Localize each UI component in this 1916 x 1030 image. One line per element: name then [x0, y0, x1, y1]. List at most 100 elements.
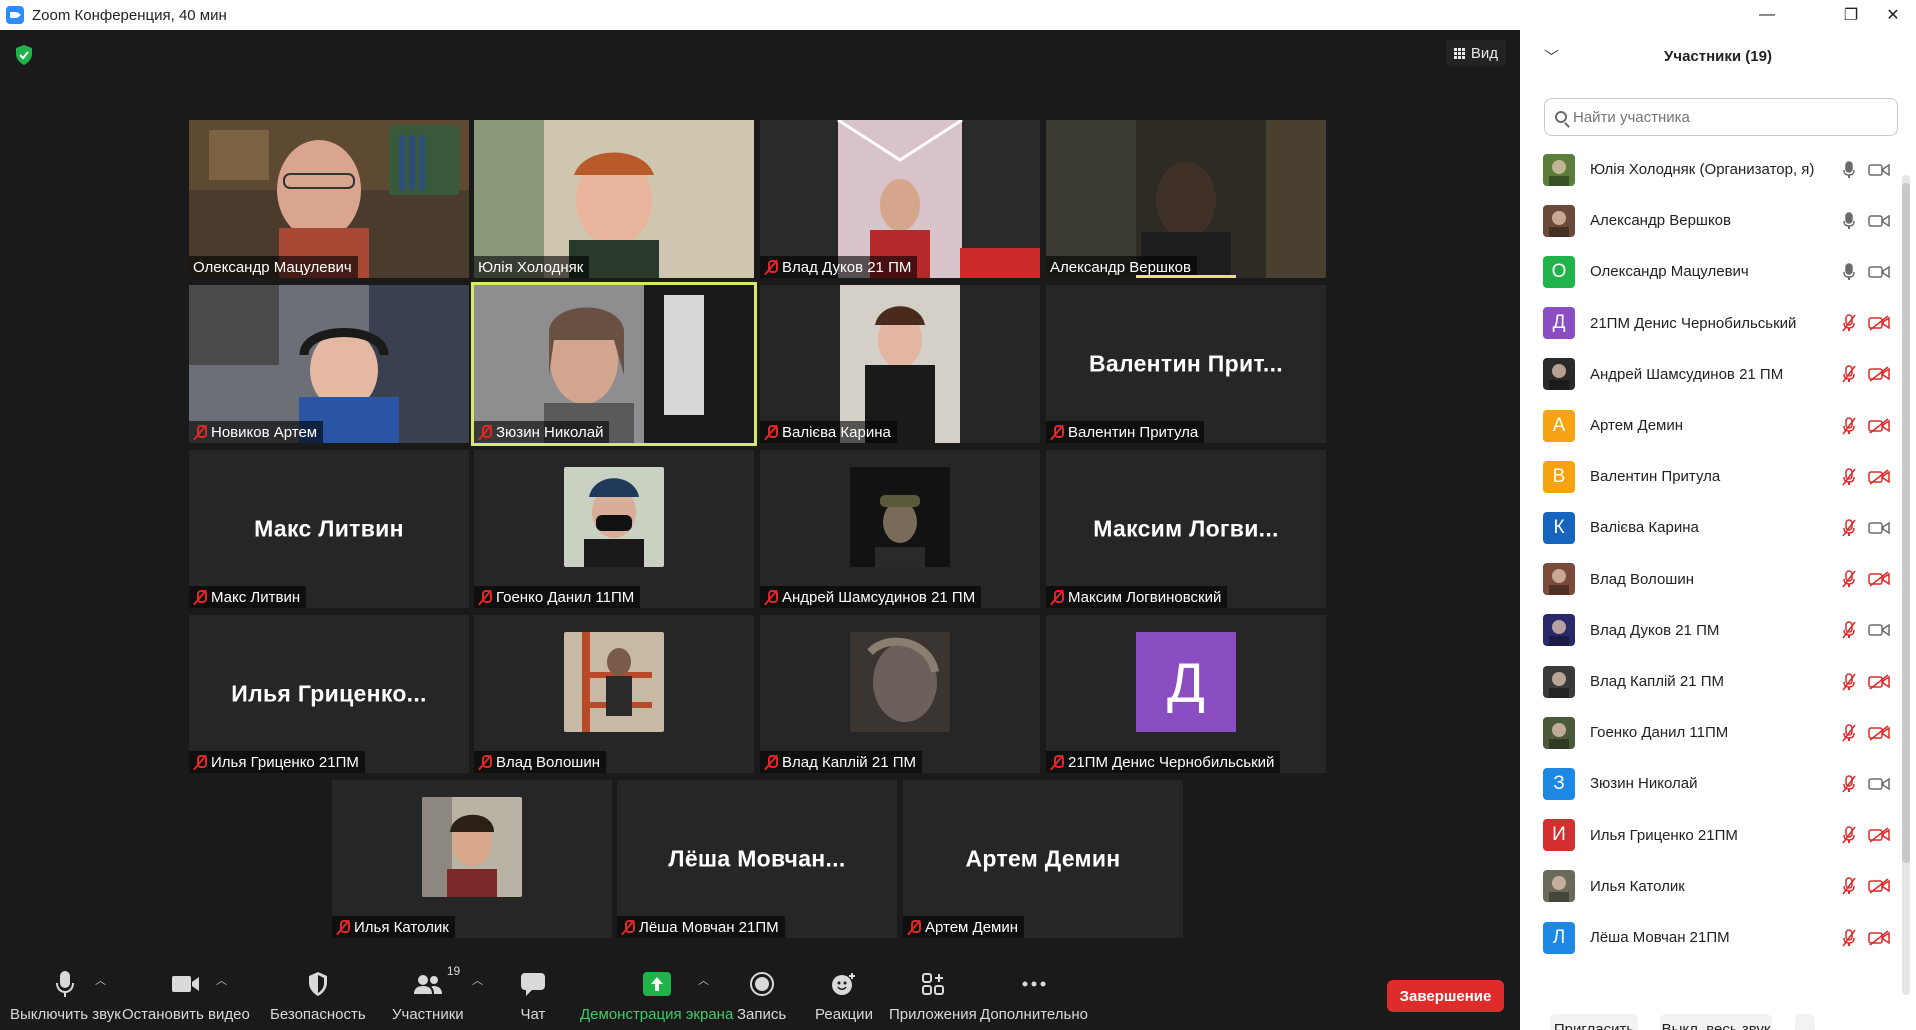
- mic-muted-icon[interactable]: [1842, 416, 1856, 435]
- video-off-icon[interactable]: [1868, 315, 1890, 331]
- video-camera-icon[interactable]: [1868, 264, 1890, 280]
- participant-row[interactable]: Андрей Шамсудинов 21 ПМ: [1520, 349, 1900, 400]
- video-tile[interactable]: Влад Каплій 21 ПМ: [760, 615, 1040, 773]
- participants-button[interactable]: 19 Участники: [392, 964, 464, 1023]
- video-tile[interactable]: Артем Демин Артем Демин: [903, 780, 1183, 938]
- participant-row[interactable]: З Зюзин Николай: [1520, 758, 1900, 809]
- video-off-icon[interactable]: [1868, 673, 1890, 690]
- video-tile[interactable]: Олександр Мацулевич: [189, 120, 469, 278]
- video-off-icon[interactable]: [1868, 417, 1890, 434]
- video-tile[interactable]: Валієва Карина: [760, 285, 1040, 443]
- participant-row[interactable]: А Артем Демин: [1520, 400, 1900, 451]
- mic-muted-icon[interactable]: [1842, 314, 1856, 332]
- video-camera-icon[interactable]: [1868, 213, 1890, 229]
- participant-row[interactable]: В Валентин Притула: [1520, 451, 1900, 502]
- video-camera-icon[interactable]: [1868, 622, 1890, 638]
- video-off-icon[interactable]: [1868, 878, 1890, 894]
- participant-avatar: В: [1543, 460, 1575, 493]
- video-camera-icon[interactable]: [1868, 776, 1890, 792]
- participant-row[interactable]: Д 21ПМ Денис Чернобильський: [1520, 298, 1900, 349]
- participants-caret-icon[interactable]: ︿: [472, 972, 483, 988]
- video-tile[interactable]: Илья Гриценко... Илья Гриценко 21ПМ: [189, 615, 469, 773]
- share-screen-button[interactable]: Демонстрация экрана: [580, 968, 733, 1023]
- mic-muted-icon[interactable]: [1842, 826, 1856, 844]
- video-tile[interactable]: Д 21ПМ Денис Чернобильський: [1046, 615, 1326, 773]
- invite-button[interactable]: Пригласить: [1550, 1014, 1638, 1030]
- participant-row[interactable]: Юлія Холодняк (Организатор, я): [1520, 144, 1900, 195]
- search-input[interactable]: [1573, 108, 1873, 126]
- stop-video-button[interactable]: Остановить видео: [122, 968, 250, 1023]
- participant-row[interactable]: О Олександр Мацулевич: [1520, 246, 1900, 297]
- mic-muted-icon[interactable]: [1842, 723, 1856, 742]
- microphone-icon[interactable]: [1842, 160, 1856, 179]
- view-button[interactable]: Вид: [1445, 40, 1506, 66]
- microphone-icon[interactable]: [1842, 263, 1856, 281]
- reactions-button[interactable]: Реакции: [815, 968, 873, 1023]
- participant-row[interactable]: И Илья Гриценко 21ПМ: [1520, 810, 1900, 861]
- video-tile[interactable]: Зюзин Николай: [471, 282, 757, 446]
- video-tile[interactable]: Валентин Прит... Валентин Притула: [1046, 285, 1326, 443]
- end-meeting-button[interactable]: Завершение: [1387, 980, 1504, 1012]
- participant-row[interactable]: Л Лёша Мовчан 21ПМ: [1520, 912, 1900, 963]
- record-button[interactable]: Запись: [737, 968, 786, 1023]
- mic-muted-icon[interactable]: [1842, 775, 1856, 793]
- video-camera-icon[interactable]: [1868, 162, 1890, 178]
- video-tile[interactable]: Влад Волошин: [474, 615, 754, 773]
- participant-row[interactable]: Гоенко Данил 11ПМ: [1520, 707, 1900, 758]
- video-tile[interactable]: Макс Литвин Макс Литвин: [189, 450, 469, 608]
- participant-search[interactable]: [1544, 98, 1898, 136]
- participant-row[interactable]: Влад Волошин: [1520, 554, 1900, 605]
- security-button[interactable]: Безопасность: [270, 968, 366, 1023]
- participant-row[interactable]: Влад Дуков 21 ПМ: [1520, 605, 1900, 656]
- video-camera-icon[interactable]: [1868, 520, 1890, 536]
- video-tile[interactable]: Новиков Артем: [189, 285, 469, 443]
- microphone-icon[interactable]: [1842, 211, 1856, 230]
- participant-row[interactable]: К Валієва Карина: [1520, 502, 1900, 553]
- audio-options-caret-icon[interactable]: ︿: [95, 972, 106, 988]
- video-tile[interactable]: Максим Логви... Максим Логвиновский: [1046, 450, 1326, 608]
- view-button-label: Вид: [1470, 44, 1498, 62]
- security-shield-icon[interactable]: [14, 44, 34, 66]
- video-tile[interactable]: Илья Католик: [332, 780, 612, 938]
- video-tile[interactable]: Гоенко Данил 11ПМ: [474, 450, 754, 608]
- participant-name: Юлія Холодняк: [478, 258, 584, 276]
- video-tile[interactable]: Александр Вершков: [1046, 120, 1326, 278]
- mic-muted-icon[interactable]: [1842, 672, 1856, 691]
- panel-more-button[interactable]: ...: [1795, 1014, 1815, 1030]
- video-off-icon[interactable]: [1868, 469, 1890, 485]
- video-off-icon[interactable]: [1868, 366, 1890, 382]
- restore-button[interactable]: ❐: [1828, 0, 1874, 30]
- mic-muted-icon[interactable]: [1842, 928, 1856, 947]
- mic-muted-icon[interactable]: [1842, 570, 1856, 588]
- video-tile[interactable]: Влад Дуков 21 ПМ: [760, 120, 1040, 278]
- mic-muted-icon[interactable]: [1842, 621, 1856, 639]
- video-off-icon[interactable]: [1868, 571, 1890, 587]
- mic-muted-icon[interactable]: [1842, 519, 1856, 537]
- video-tile[interactable]: Андрей Шамсудинов 21 ПМ: [760, 450, 1040, 608]
- video-options-caret-icon[interactable]: ︿: [216, 972, 227, 988]
- participant-avatar: [1543, 716, 1575, 749]
- apps-label: Приложения: [889, 1006, 977, 1023]
- video-tile[interactable]: Юлія Холодняк: [474, 120, 754, 278]
- apps-button[interactable]: Приложения: [889, 968, 977, 1023]
- participant-row[interactable]: Илья Католик: [1520, 861, 1900, 912]
- participant-name-label: Зюзин Николай: [474, 421, 610, 443]
- participant-row[interactable]: Александр Вершков: [1520, 195, 1900, 246]
- video-off-icon[interactable]: [1868, 725, 1890, 741]
- mic-muted-icon[interactable]: [1842, 877, 1856, 895]
- mic-muted-icon[interactable]: [1842, 365, 1856, 383]
- mute-all-button[interactable]: Выкл. весь звук: [1660, 1014, 1772, 1030]
- more-button[interactable]: Дополнительно: [980, 968, 1088, 1023]
- participant-row[interactable]: Влад Каплій 21 ПМ: [1520, 656, 1900, 707]
- participant-list-scrollbar[interactable]: [1902, 175, 1910, 995]
- video-off-icon[interactable]: [1868, 827, 1890, 843]
- mic-muted-icon[interactable]: [1842, 467, 1856, 486]
- participant-name: Максим Логвиновский: [1068, 588, 1222, 606]
- participant-video: [760, 285, 1040, 443]
- close-button[interactable]: ✕: [1870, 0, 1916, 30]
- chat-button[interactable]: Чат: [520, 968, 546, 1023]
- share-options-caret-icon[interactable]: ︿: [698, 972, 709, 988]
- minimize-button[interactable]: —: [1744, 0, 1790, 30]
- video-tile[interactable]: Лёша Мовчан... Лёша Мовчан 21ПМ: [617, 780, 897, 938]
- video-off-icon[interactable]: [1868, 929, 1890, 946]
